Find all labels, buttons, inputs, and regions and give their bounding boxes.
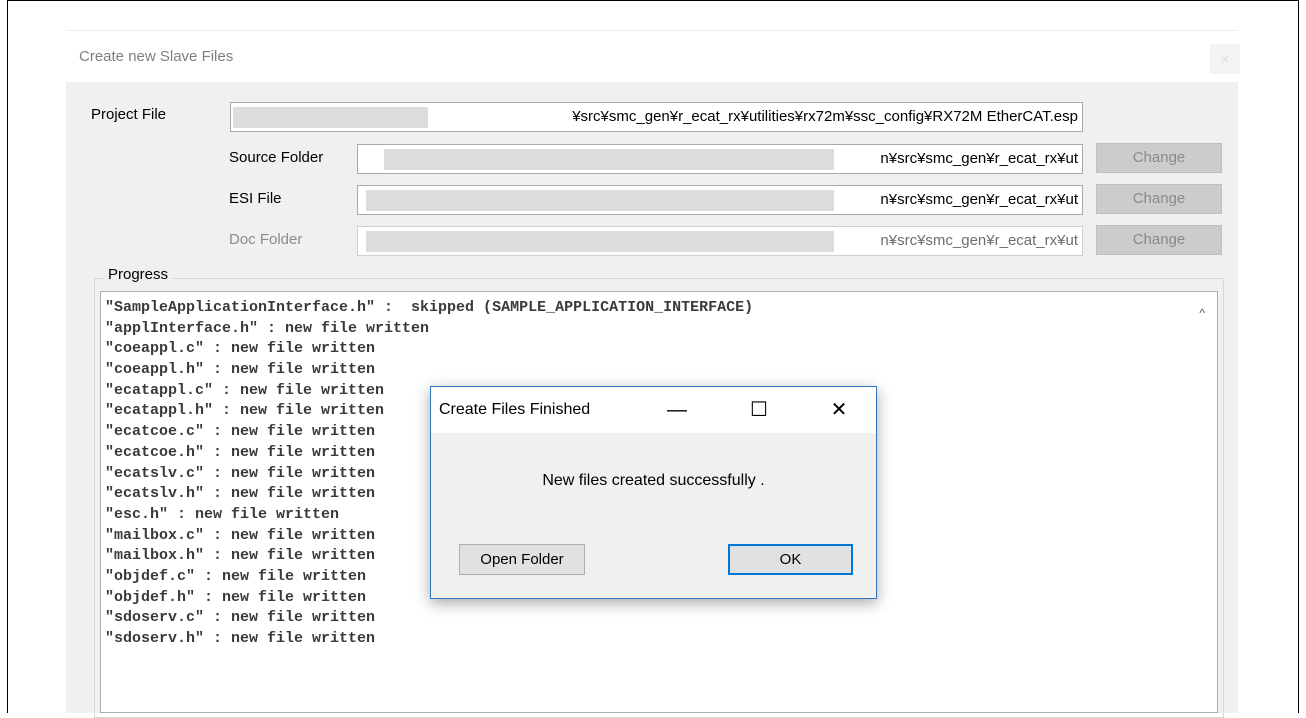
- window-close-button[interactable]: ×: [1210, 44, 1240, 74]
- doc-folder-value: n¥src¥smc_gen¥r_ecat_rx¥ut: [880, 232, 1078, 249]
- title-separator: [66, 30, 1238, 31]
- redacted-path: [233, 107, 428, 128]
- redacted-path: [384, 149, 834, 170]
- window-title: Create new Slave Files: [79, 48, 234, 65]
- project-file-field[interactable]: ¥src¥smc_gen¥r_ecat_rx¥utilities¥rx72m¥s…: [230, 102, 1083, 132]
- redacted-path: [366, 190, 834, 211]
- source-folder-value: n¥src¥smc_gen¥r_ecat_rx¥ut: [880, 150, 1078, 167]
- doc-folder-field[interactable]: n¥src¥smc_gen¥r_ecat_rx¥ut: [357, 226, 1083, 256]
- esi-file-field[interactable]: n¥src¥smc_gen¥r_ecat_rx¥ut: [357, 185, 1083, 215]
- project-file-label: Project File: [91, 106, 167, 123]
- redacted-path: [366, 231, 834, 252]
- dialog-title: Create Files Finished: [439, 401, 591, 418]
- source-folder-field[interactable]: n¥src¥smc_gen¥r_ecat_rx¥ut: [357, 144, 1083, 174]
- source-folder-label: Source Folder: [229, 149, 324, 166]
- create-files-finished-dialog: Create Files Finished — ☐ ✕ New files cr…: [430, 386, 877, 599]
- dialog-message: New files created successfully .: [542, 472, 765, 489]
- maximize-icon[interactable]: ☐: [737, 393, 781, 427]
- ok-button[interactable]: OK: [728, 544, 853, 575]
- log-line: "coeappl.c" : new file written: [105, 340, 376, 358]
- project-file-value: ¥src¥smc_gen¥r_ecat_rx¥utilities¥rx72m¥s…: [572, 108, 1078, 125]
- close-icon[interactable]: ✕: [817, 393, 861, 427]
- esi-file-change-button[interactable]: Change: [1096, 184, 1222, 214]
- log-line: "sdoserv.h" : new file written: [105, 630, 376, 647]
- doc-folder-label: Doc Folder: [229, 231, 303, 248]
- scroll-up-icon[interactable]: ^: [1199, 306, 1205, 320]
- log-line: "coeappl.h" : new file written: [105, 361, 376, 379]
- minimize-icon[interactable]: —: [655, 393, 699, 427]
- log-line: "applInterface.h" : new file written: [105, 319, 430, 337]
- esi-file-label: ESI File: [229, 190, 282, 207]
- open-folder-button[interactable]: Open Folder: [459, 544, 585, 575]
- esi-file-value: n¥src¥smc_gen¥r_ecat_rx¥ut: [880, 191, 1078, 208]
- log-line: "SampleApplicationInterface.h" : skipped…: [105, 299, 754, 316]
- dialog-titlebar: Create Files Finished — ☐ ✕: [431, 387, 876, 433]
- log-line: "sdoserv.c" : new file written: [105, 609, 376, 627]
- progress-label: Progress: [104, 266, 173, 283]
- doc-folder-change-button[interactable]: Change: [1096, 225, 1222, 255]
- source-folder-change-button[interactable]: Change: [1096, 143, 1222, 173]
